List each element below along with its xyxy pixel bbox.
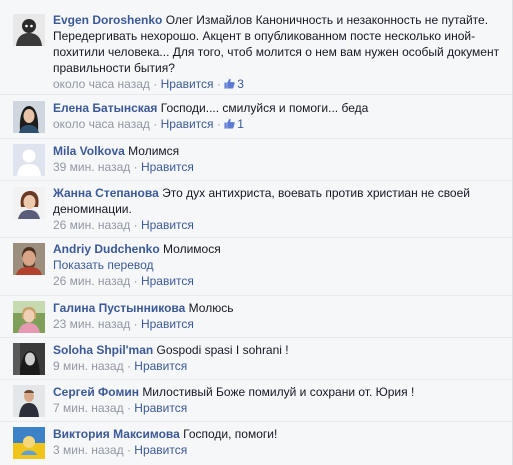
like-button[interactable]: Нравится [161,77,214,91]
comment-meta: 26 мин. назад · Нравится [53,273,505,289]
comment-meta: 7 мин. назад · Нравится [53,400,505,416]
like-button[interactable]: Нравится [141,274,194,288]
likes-count-link[interactable]: 1 [224,117,244,131]
separator: · [133,218,138,232]
avatar[interactable] [13,385,45,417]
comment-author[interactable]: Soloha Shpil'man [53,343,153,357]
comment-author[interactable]: Сергей Фомин [53,385,139,399]
like-button[interactable]: Нравится [141,160,194,174]
comment-meta: около часа назад · Нравится · 1 [53,116,505,132]
comment-time[interactable]: 23 мин. назад [53,317,130,331]
show-translation-link[interactable]: Показать перевод [53,258,154,272]
default-avatar-icon [13,144,45,176]
comment-meta: 23 мин. назад · Нравится [53,316,505,332]
like-button[interactable]: Нравится [161,117,214,131]
user-photo-icon [13,385,45,417]
separator: · [133,274,138,288]
separator: · [216,77,221,91]
thumbs-up-icon [224,118,235,129]
user-photo-icon [13,343,45,375]
comment-time[interactable]: 7 мин. назад [53,401,124,415]
comment-text: Господи.... смилуйся и помоги... беда [160,101,369,115]
like-button[interactable]: Нравится [141,317,194,331]
user-photo-icon [13,187,45,219]
comment-item: Evgen Doroshenko Олег Измайлов Канонично… [0,0,513,94]
user-photo-icon [13,243,45,275]
like-button[interactable]: Нравится [134,401,187,415]
avatar[interactable] [13,427,45,459]
comment-text: Милостивый Боже помилуй и сохрани от. Юр… [142,385,415,399]
comment-author[interactable]: Елена Батынская [53,101,157,115]
comment-time[interactable]: 26 мин. назад [53,218,130,232]
comment-item: Галина Пустынникова Молюсь 23 мин. назад… [0,295,513,337]
comment-meta: 3 мин. назад · Нравится [53,442,505,458]
comment-author[interactable]: Жанна Степанова [53,186,159,200]
avatar[interactable] [13,301,45,333]
like-button[interactable]: Нравится [141,218,194,232]
likes-count-link[interactable]: 3 [224,77,244,91]
avatar[interactable] [13,144,45,176]
separator: · [126,401,131,415]
comment-text: Молимся [128,144,180,158]
thumbs-up-icon [224,78,235,89]
comment-item: Soloha Shpil'man Gospodi spasi I sohrani… [0,337,513,379]
avatar[interactable] [13,101,45,133]
user-photo-icon [13,14,45,46]
separator: · [126,443,131,457]
comment-time[interactable]: 3 мин. назад [53,443,124,457]
avatar[interactable] [13,187,45,219]
comment-meta: около часа назад · Нравится · 3 [53,76,505,92]
comment-author[interactable]: Mila Volkova [53,144,125,158]
separator: · [126,359,131,373]
comment-author[interactable]: Галина Пустынникова [53,301,185,315]
like-button[interactable]: Нравится [134,359,187,373]
comment-time[interactable]: около часа назад [53,117,150,131]
comment-text: Gospodi spasi I sohrani ! [156,343,289,357]
comment-item: Сергей Фомин Милостивый Боже помилуй и с… [0,379,513,421]
comment-author[interactable]: Andriy Dudchenko [53,242,160,256]
separator: · [133,160,138,174]
separator: · [133,317,138,331]
comment-item: Жанна Степанова Это дух антихриста, воев… [0,180,513,237]
comment-author[interactable]: Evgen Doroshenko [53,13,162,27]
comment-text: Господи, помоги! [183,427,278,441]
like-button[interactable]: Нравится [134,443,187,457]
user-photo-icon [13,301,45,333]
separator: · [153,77,158,91]
comment-meta: 26 мин. назад · Нравится [53,217,505,233]
avatar[interactable] [13,343,45,375]
comment-text: Молюсь [188,301,234,315]
comment-meta: 39 мин. назад · Нравится [53,159,505,175]
separator: · [216,117,221,131]
avatar[interactable] [13,243,45,275]
comment-author[interactable]: Виктория Максимова [53,427,180,441]
user-photo-icon [13,101,45,133]
separator: · [153,117,158,131]
avatar[interactable] [13,14,45,46]
comment-meta: 9 мин. назад · Нравится [53,358,505,374]
likes-count: 3 [237,77,244,91]
user-photo-icon [13,427,45,459]
comment-time[interactable]: 9 мин. назад [53,359,124,373]
comment-time[interactable]: 26 мин. назад [53,274,130,288]
comment-time[interactable]: около часа назад [53,77,150,91]
comment-item: Елена Батынская Господи.... смилуйся и п… [0,94,513,138]
comment-text: Молимося [163,242,221,256]
comment-item: Andriy Dudchenko Молимося Показать перев… [0,237,513,295]
comment-item: Виктория Максимова Господи, помоги! 3 ми… [0,421,513,465]
comments-list: Evgen Doroshenko Олег Измайлов Канонично… [0,0,513,465]
comment-item: Mila Volkova Молимся 39 мин. назад · Нра… [0,138,513,180]
likes-count: 1 [237,117,244,131]
comment-time[interactable]: 39 мин. назад [53,160,130,174]
